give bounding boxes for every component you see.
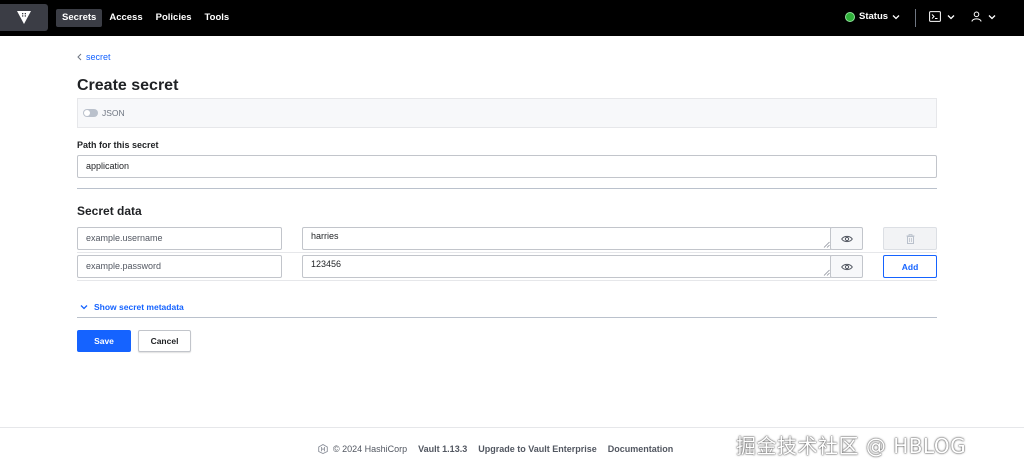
row-divider	[77, 252, 937, 253]
breadcrumb-secret-link[interactable]: secret	[86, 52, 111, 62]
show-metadata-toggle[interactable]: Show secret metadata	[80, 302, 184, 312]
value-input[interactable]: 123456	[302, 255, 832, 278]
key-input[interactable]: example.username	[77, 227, 282, 250]
delete-row-button[interactable]	[883, 227, 937, 250]
page-title: Create secret	[77, 77, 179, 94]
value-input[interactable]: harries	[302, 227, 832, 250]
nav-secrets[interactable]: Secrets	[56, 9, 103, 27]
row-divider	[77, 280, 937, 281]
save-button[interactable]: Save	[77, 330, 131, 352]
footer-divider	[0, 427, 1024, 428]
resize-handle-icon[interactable]	[823, 269, 830, 276]
chevron-down-icon	[988, 14, 996, 19]
value-text: harries	[311, 231, 339, 241]
add-row-button[interactable]: Add	[883, 255, 937, 278]
divider	[77, 317, 937, 318]
nav-policies[interactable]: Policies	[150, 9, 198, 27]
main-nav: Secrets Access Policies Tools	[56, 9, 236, 27]
chevron-down-icon	[892, 14, 900, 19]
nav-tools[interactable]: Tools	[199, 9, 236, 27]
reveal-value-button[interactable]	[830, 255, 863, 278]
secret-data-title: Secret data	[77, 204, 142, 218]
divider	[77, 188, 937, 189]
top-navigation-bar: Secrets Access Policies Tools Status	[0, 0, 1024, 36]
footer: © 2024 HashiCorp Vault 1.13.3 Upgrade to…	[318, 444, 673, 454]
status-ok-icon	[845, 11, 855, 22]
eye-icon	[840, 263, 853, 270]
breadcrumb[interactable]: secret	[77, 52, 111, 62]
footer-upgrade-link[interactable]: Upgrade to Vault Enterprise	[478, 444, 597, 454]
status-menu[interactable]: Status	[845, 11, 900, 22]
value-text: 123456	[311, 259, 342, 269]
trash-icon	[906, 233, 914, 244]
secret-data-row: example.password 123456 Add	[77, 255, 937, 278]
json-toggle[interactable]	[83, 109, 98, 117]
resize-handle-icon[interactable]	[823, 241, 830, 248]
footer-copyright: © 2024 HashiCorp	[333, 444, 408, 454]
nav-divider	[915, 9, 916, 27]
hashicorp-logo-icon	[318, 444, 328, 454]
secret-data-row: example.username harries	[77, 227, 937, 250]
eye-icon	[840, 235, 853, 242]
status-label: Status	[859, 11, 889, 22]
key-input[interactable]: example.password	[77, 255, 282, 278]
user-icon	[971, 11, 982, 22]
footer-copyright-group: © 2024 HashiCorp	[318, 444, 407, 454]
json-toolbar: JSON	[77, 98, 937, 128]
path-label: Path for this secret	[77, 140, 159, 150]
chevron-down-icon	[80, 305, 88, 310]
chevron-left-icon	[77, 53, 82, 61]
vault-logo[interactable]	[0, 4, 48, 31]
console-menu-button[interactable]	[929, 11, 955, 22]
chevron-down-icon	[947, 14, 955, 19]
watermark: 掘金技术社区 @ HBLOG	[736, 434, 967, 458]
path-input[interactable]: application	[77, 155, 937, 178]
footer-docs-link[interactable]: Documentation	[608, 444, 674, 454]
nav-access[interactable]: Access	[103, 9, 148, 27]
terminal-icon	[929, 11, 941, 22]
json-toggle-label: JSON	[102, 108, 125, 118]
cancel-button[interactable]: Cancel	[138, 330, 191, 352]
show-metadata-label: Show secret metadata	[94, 302, 184, 312]
footer-version: Vault 1.13.3	[418, 444, 468, 454]
reveal-value-button[interactable]	[830, 227, 863, 250]
vault-logo-icon	[17, 11, 31, 24]
user-menu-button[interactable]	[971, 11, 996, 22]
